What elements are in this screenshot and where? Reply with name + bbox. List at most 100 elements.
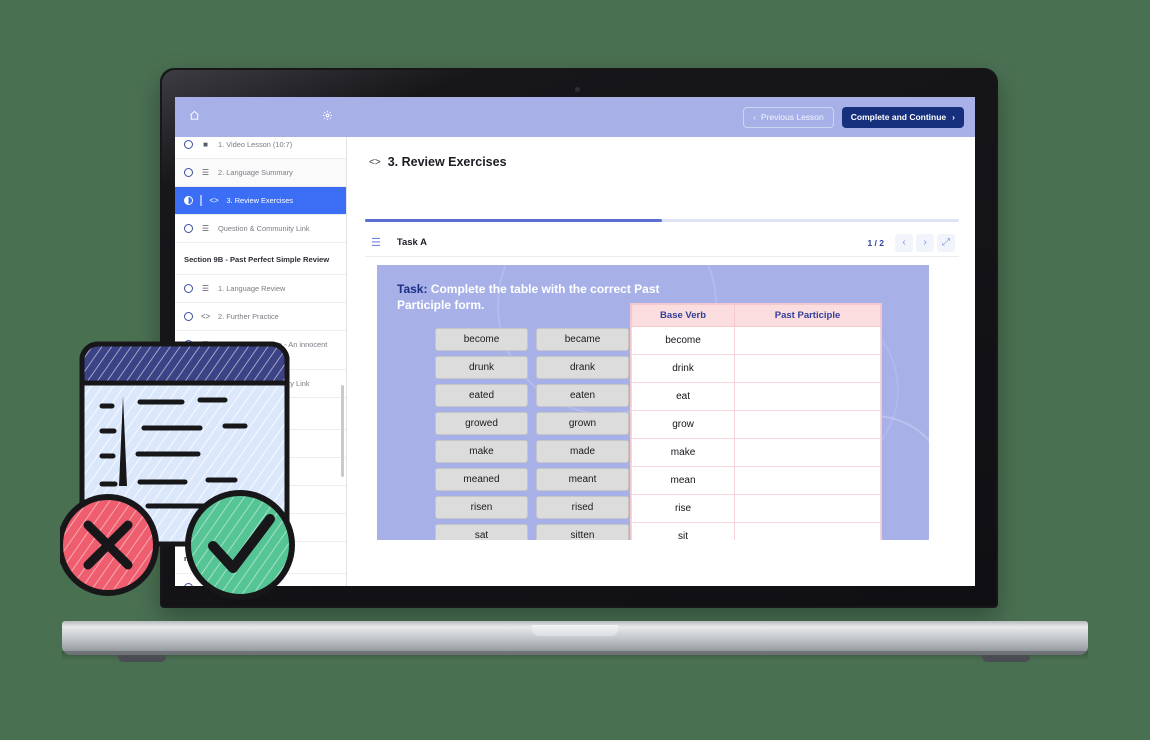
word-chip[interactable]: eated bbox=[435, 384, 528, 407]
task-pager: 1 / 2 bbox=[867, 237, 884, 248]
sidebar-item-label: 2. Further Practice bbox=[218, 312, 279, 321]
fullscreen-icon[interactable]: ⤢ bbox=[937, 233, 955, 252]
list-icon: ☰ bbox=[201, 224, 210, 233]
table-row: drink bbox=[630, 354, 881, 383]
word-chip[interactable]: meant bbox=[536, 468, 629, 491]
exercise-prompt: Task: Complete the table with the correc… bbox=[397, 282, 667, 313]
word-chip[interactable]: make bbox=[435, 440, 528, 463]
past-participle-dropzone[interactable] bbox=[734, 354, 881, 383]
word-chip[interactable]: grown bbox=[536, 412, 629, 435]
app-topbar: ‹ Previous Lesson Complete and Continue … bbox=[175, 97, 975, 137]
past-participle-dropzone[interactable] bbox=[734, 410, 881, 439]
table-column-header: Past Participle bbox=[734, 304, 881, 327]
sidebar-scrollbar[interactable] bbox=[341, 385, 344, 477]
verb-table: Base Verb Past Participle become drink eat g… bbox=[630, 304, 881, 540]
past-participle-dropzone[interactable] bbox=[734, 522, 881, 540]
page-title-label: 3. Review Exercises bbox=[387, 155, 507, 169]
task-next-button[interactable]: › bbox=[916, 233, 934, 252]
topbar-actions: ‹ Previous Lesson Complete and Continue … bbox=[347, 97, 975, 137]
base-verb-cell: make bbox=[630, 438, 736, 467]
exercise-prompt-prefix: Task: bbox=[397, 282, 428, 296]
word-chip[interactable]: sat bbox=[435, 524, 528, 540]
past-participle-dropzone[interactable] bbox=[734, 494, 881, 523]
status-circle-icon bbox=[184, 168, 193, 177]
word-chip-column-left: become drunk eated growed make meaned risen sat bbox=[435, 328, 528, 540]
topbar-left-controls bbox=[175, 97, 347, 137]
word-chip[interactable]: eaten bbox=[536, 384, 629, 407]
word-chip[interactable]: rised bbox=[536, 496, 629, 519]
code-icon: <> bbox=[369, 156, 381, 168]
table-row: rise bbox=[630, 494, 881, 523]
list-icon: ☰ bbox=[201, 284, 210, 293]
check-mark-icon bbox=[185, 490, 295, 600]
exercise-prompt-text: Complete the table with the correct Past… bbox=[397, 282, 660, 312]
table-row: make bbox=[630, 438, 881, 467]
table-row: eat bbox=[630, 382, 881, 411]
table-row: sit bbox=[630, 522, 881, 540]
active-divider bbox=[200, 195, 202, 206]
word-chip-area: become drunk eated growed make meaned risen sat… bbox=[435, 328, 629, 540]
gear-icon[interactable] bbox=[322, 108, 333, 126]
past-participle-dropzone[interactable] bbox=[734, 382, 881, 411]
word-chip-column-right: became drank eaten grown made meant rised sitte… bbox=[536, 328, 629, 540]
hamburger-icon[interactable]: ☰ bbox=[371, 236, 381, 249]
sidebar-item-label: 1. Video Lesson (10:7) bbox=[218, 140, 293, 149]
sidebar-item-question-community[interactable]: ☰ Question & Community Link bbox=[175, 215, 346, 243]
chevron-left-icon: ‹ bbox=[753, 112, 756, 122]
sidebar-item-label: Question & Community Link bbox=[218, 224, 310, 233]
laptop-base-shadow bbox=[62, 651, 1088, 661]
sidebar-item-label: 2. Language Summary bbox=[218, 168, 293, 177]
base-verb-cell: drink bbox=[630, 354, 736, 383]
past-participle-dropzone[interactable] bbox=[734, 438, 881, 467]
laptop-foot-left bbox=[118, 655, 166, 662]
task-toolbar: ☰ Task A 1 / 2 ‹ › ⤢ bbox=[365, 229, 959, 257]
word-chip[interactable]: growed bbox=[435, 412, 528, 435]
word-chip[interactable]: meaned bbox=[435, 468, 528, 491]
sidebar-item-language-review[interactable]: ☰ 1. Language Review bbox=[175, 275, 346, 303]
base-verb-cell: mean bbox=[630, 466, 736, 495]
task-prev-button[interactable]: ‹ bbox=[895, 233, 913, 252]
previous-lesson-button[interactable]: ‹ Previous Lesson bbox=[743, 106, 834, 128]
x-mark-icon bbox=[57, 494, 159, 596]
home-icon[interactable] bbox=[189, 108, 200, 126]
sidebar-item-video-lesson[interactable]: ■ 1. Video Lesson (10:7) bbox=[175, 137, 346, 159]
word-chip[interactable]: became bbox=[536, 328, 629, 351]
word-chip[interactable]: sitten bbox=[536, 524, 629, 540]
status-circle-icon bbox=[184, 284, 193, 293]
task-navigation: 1 / 2 ‹ › ⤢ bbox=[867, 233, 959, 252]
sidebar-item-review-exercises[interactable]: <> 3. Review Exercises bbox=[175, 187, 346, 215]
word-chip[interactable]: become bbox=[435, 328, 528, 351]
code-icon: <> bbox=[209, 196, 219, 205]
webcam-icon bbox=[575, 87, 580, 92]
sidebar-item-further-practice[interactable]: <> 2. Further Practice bbox=[175, 303, 346, 331]
base-verb-cell: grow bbox=[630, 410, 736, 439]
task-label: Task A bbox=[396, 237, 427, 248]
word-chip[interactable]: drunk bbox=[435, 356, 528, 379]
previous-lesson-label: Previous Lesson bbox=[760, 112, 824, 122]
base-verb-cell: eat bbox=[630, 382, 736, 411]
laptop-notch bbox=[532, 625, 618, 636]
sidebar-item-language-summary[interactable]: ☰ 2. Language Summary bbox=[175, 159, 346, 187]
status-half-circle-icon bbox=[184, 196, 193, 205]
sidebar-section-header: Section 9B - Past Perfect Simple Review bbox=[175, 243, 346, 275]
base-verb-cell: rise bbox=[630, 494, 736, 523]
document-icon: ☰ bbox=[201, 168, 210, 177]
lesson-progress-fill bbox=[365, 219, 662, 222]
laptop-foot-right bbox=[982, 655, 1030, 662]
past-participle-dropzone[interactable] bbox=[734, 466, 881, 495]
status-circle-icon bbox=[184, 140, 193, 149]
past-participle-dropzone[interactable] bbox=[734, 326, 881, 355]
page-title: <> 3. Review Exercises bbox=[347, 137, 975, 169]
word-chip[interactable]: risen bbox=[435, 496, 528, 519]
verb-table-wrapper: Base Verb Past Participle become drink eat g… bbox=[630, 303, 882, 540]
grading-illustration bbox=[57, 336, 310, 601]
table-row: become bbox=[630, 326, 881, 355]
table-row: mean bbox=[630, 466, 881, 495]
complete-continue-label: Complete and Continue bbox=[850, 112, 947, 122]
complete-continue-button[interactable]: Complete and Continue › bbox=[841, 106, 964, 128]
table-row: grow bbox=[630, 410, 881, 439]
word-chip[interactable]: made bbox=[536, 440, 629, 463]
word-chip[interactable]: drank bbox=[536, 356, 629, 379]
base-verb-cell: sit bbox=[630, 522, 736, 540]
exercise-panel: Task: Complete the table with the correc… bbox=[377, 265, 929, 540]
